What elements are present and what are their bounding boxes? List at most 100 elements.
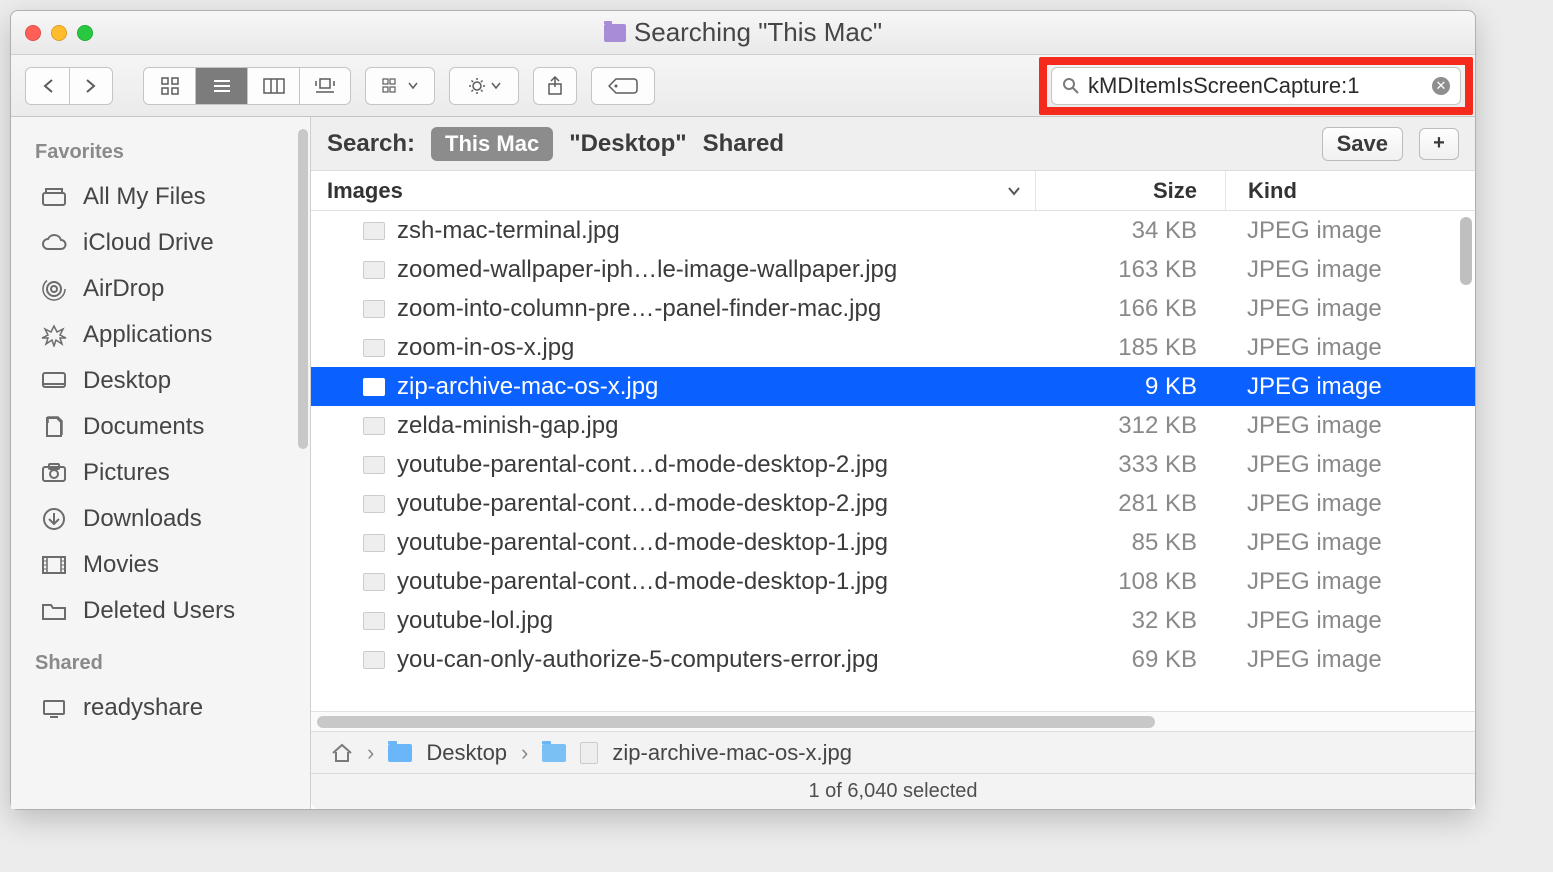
file-row[interactable]: zoomed-wallpaper-iph…le-image-wallpaper.…	[311, 250, 1475, 289]
sidebar-item-desktop[interactable]: Desktop	[29, 358, 310, 404]
sidebar-item-documents[interactable]: Documents	[29, 404, 310, 450]
sidebar-item-applications[interactable]: Applications	[29, 312, 310, 358]
path-file-name[interactable]: zip-archive-mac-os-x.jpg	[612, 740, 852, 766]
file-row[interactable]: youtube-parental-cont…d-mode-desktop-2.j…	[311, 445, 1475, 484]
column-name[interactable]: Images	[311, 178, 1035, 204]
file-size: 108 KB	[1035, 568, 1225, 596]
sidebar-scroll-thumb[interactable]	[298, 129, 308, 449]
file-size: 85 KB	[1035, 529, 1225, 557]
file-row[interactable]: you-can-only-authorize-5-computers-error…	[311, 640, 1475, 679]
sidebar-item-airdrop[interactable]: AirDrop	[29, 266, 310, 312]
file-size: 163 KB	[1035, 256, 1225, 284]
search-label: Search:	[327, 130, 415, 158]
file-row[interactable]: youtube-lol.jpg32 KBJPEG image	[311, 601, 1475, 640]
file-size: 281 KB	[1035, 490, 1225, 518]
horizontal-scroll-thumb[interactable]	[317, 716, 1155, 728]
sidebar-item-movies[interactable]: Movies	[29, 542, 310, 588]
column-size-label: Size	[1153, 178, 1197, 204]
cover-flow-button[interactable]	[299, 67, 351, 105]
file-row[interactable]: zip-archive-mac-os-x.jpg9 KBJPEG image	[311, 367, 1475, 406]
close-button[interactable]	[25, 25, 41, 41]
desktop-icon	[39, 368, 69, 394]
file-kind: JPEG image	[1225, 334, 1475, 362]
file-icon	[363, 651, 385, 669]
file-icon	[580, 742, 598, 764]
icon-view-button[interactable]	[143, 67, 195, 105]
sidebar-item-deleted-users[interactable]: Deleted Users	[29, 588, 310, 634]
status-bar: 1 of 6,040 selected	[311, 773, 1475, 809]
file-icon	[363, 456, 385, 474]
sidebar-item-all-my-files[interactable]: All My Files	[29, 174, 310, 220]
arrange-button[interactable]	[365, 67, 435, 105]
search-field-wrap: kMDItemIsScreenCapture:1 ✕	[1051, 67, 1461, 105]
list-scroll-thumb[interactable]	[1460, 217, 1472, 285]
clear-search-button[interactable]: ✕	[1432, 77, 1450, 95]
search-field[interactable]: kMDItemIsScreenCapture:1 ✕	[1051, 67, 1461, 105]
file-icon	[363, 339, 385, 357]
file-row[interactable]: zelda-minish-gap.jpg312 KBJPEG image	[311, 406, 1475, 445]
scope-this-mac[interactable]: This Mac	[431, 127, 553, 161]
file-size: 333 KB	[1035, 451, 1225, 479]
pictures-icon	[39, 460, 69, 486]
scope-desktop[interactable]: "Desktop"	[569, 130, 686, 158]
file-row[interactable]: zoom-into-column-pre…-panel-finder-mac.j…	[311, 289, 1475, 328]
status-text: 1 of 6,040 selected	[808, 780, 977, 803]
file-name: zip-archive-mac-os-x.jpg	[397, 373, 658, 401]
file-row[interactable]: youtube-parental-cont…d-mode-desktop-1.j…	[311, 562, 1475, 601]
scope-shared[interactable]: Shared	[703, 130, 784, 158]
sidebar-item-pictures[interactable]: Pictures	[29, 450, 310, 496]
home-icon[interactable]	[331, 743, 353, 763]
share-button[interactable]	[533, 67, 577, 105]
chevron-right-icon: ›	[367, 740, 374, 766]
sidebar-item-readyshare[interactable]: readyshare	[29, 685, 310, 731]
minimize-button[interactable]	[51, 25, 67, 41]
file-size: 69 KB	[1035, 646, 1225, 674]
toolbar: kMDItemIsScreenCapture:1 ✕	[11, 55, 1475, 117]
file-row[interactable]: youtube-parental-cont…d-mode-desktop-2.j…	[311, 484, 1475, 523]
forward-button[interactable]	[69, 67, 113, 105]
horizontal-scrollbar[interactable]	[311, 711, 1475, 731]
file-name: zelda-minish-gap.jpg	[397, 412, 618, 440]
column-view-button[interactable]	[247, 67, 299, 105]
documents-icon	[39, 414, 69, 440]
folder-icon	[542, 744, 566, 762]
list-view-button[interactable]	[195, 67, 247, 105]
file-name: you-can-only-authorize-5-computers-error…	[397, 646, 879, 674]
back-button[interactable]	[25, 67, 69, 105]
add-criteria-button[interactable]: +	[1419, 128, 1459, 160]
sidebar-item-label: Downloads	[83, 505, 202, 533]
folder-icon	[39, 598, 69, 624]
tags-button[interactable]	[591, 67, 655, 105]
titlebar: Searching "This Mac"	[11, 11, 1475, 55]
file-size: 166 KB	[1035, 295, 1225, 323]
file-row[interactable]: youtube-parental-cont…d-mode-desktop-1.j…	[311, 523, 1475, 562]
file-icon	[363, 300, 385, 318]
file-icon	[363, 417, 385, 435]
all-my-files-icon	[39, 184, 69, 210]
sidebar-item-downloads[interactable]: Downloads	[29, 496, 310, 542]
save-search-button[interactable]: Save	[1322, 127, 1403, 161]
file-kind: JPEG image	[1225, 256, 1475, 284]
path-folder-name[interactable]: Desktop	[426, 740, 507, 766]
action-button[interactable]	[449, 67, 519, 105]
file-size: 34 KB	[1035, 217, 1225, 245]
file-icon	[363, 222, 385, 240]
file-name: youtube-parental-cont…d-mode-desktop-2.j…	[397, 451, 888, 479]
file-kind: JPEG image	[1225, 451, 1475, 479]
file-row[interactable]: zsh-mac-terminal.jpg34 KBJPEG image	[311, 211, 1475, 250]
file-row[interactable]: zoom-in-os-x.jpg185 KBJPEG image	[311, 328, 1475, 367]
file-icon	[363, 534, 385, 552]
window-controls	[25, 25, 105, 41]
file-name: zsh-mac-terminal.jpg	[397, 217, 620, 245]
file-icon	[363, 573, 385, 591]
search-icon	[1062, 77, 1080, 95]
file-kind: JPEG image	[1225, 490, 1475, 518]
column-kind[interactable]: Kind	[1225, 171, 1475, 210]
sidebar-item-icloud-drive[interactable]: iCloud Drive	[29, 220, 310, 266]
maximize-button[interactable]	[77, 25, 93, 41]
search-input-text: kMDItemIsScreenCapture:1	[1088, 73, 1424, 99]
sidebar-item-label: readyshare	[83, 694, 203, 722]
folder-icon	[388, 744, 412, 762]
file-list: zsh-mac-terminal.jpg34 KBJPEG imagezoome…	[311, 211, 1475, 711]
column-size[interactable]: Size	[1035, 171, 1225, 210]
